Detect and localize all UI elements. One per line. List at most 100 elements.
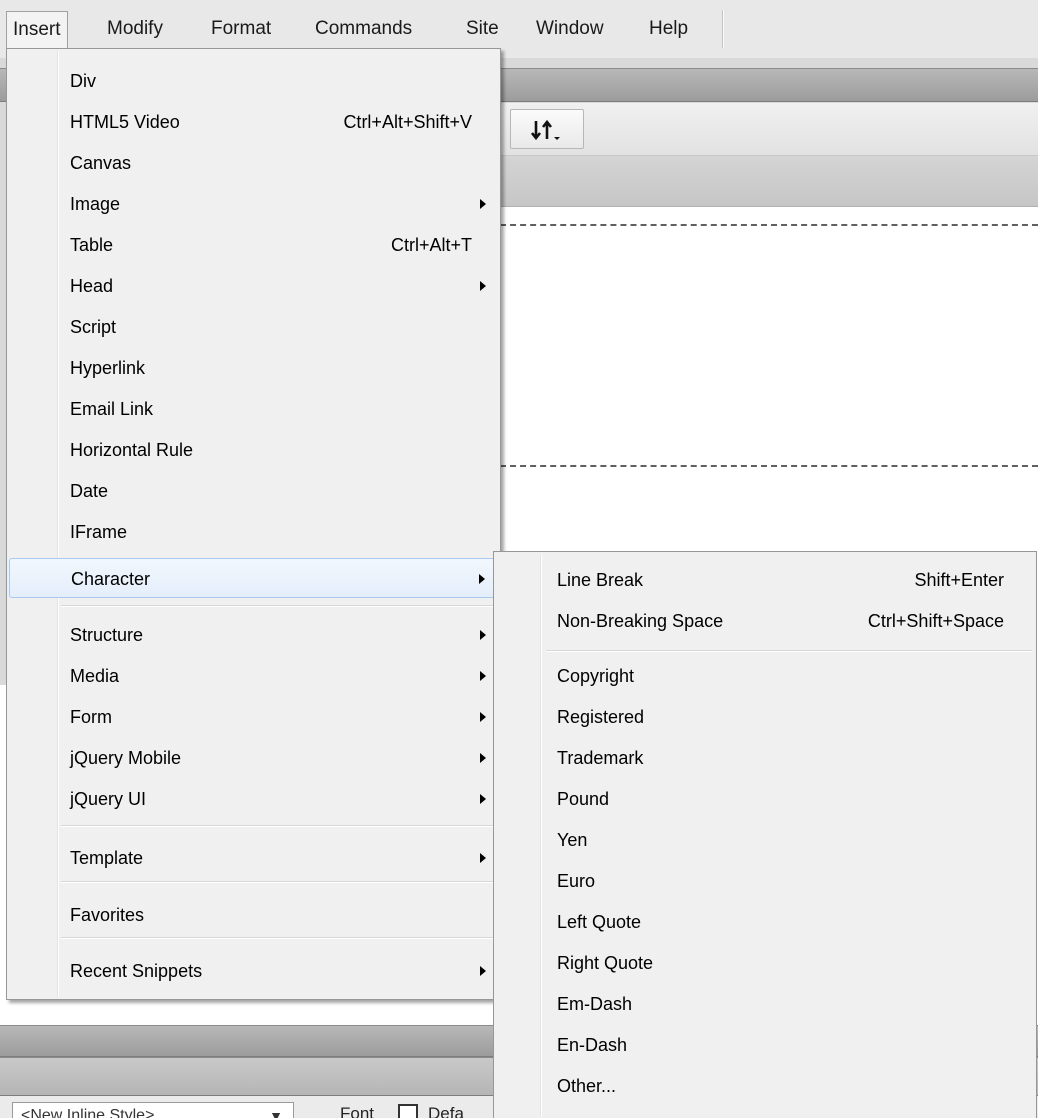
font-checkbox[interactable] [398,1104,418,1118]
menu-item-head[interactable]: Head [9,266,498,306]
submenu-item-shortcut: Shift+Enter [914,570,1004,590]
menu-item-date[interactable]: Date [9,471,498,511]
submenu-item-label: Copyright [557,666,635,686]
menu-separator [61,605,496,607]
menu-commands[interactable]: Commands [309,11,418,47]
submenu-item-label: Line Break [557,570,644,590]
menu-item-label: Form [70,707,112,727]
menu-item-label: IFrame [70,522,128,542]
submenu-arrow-icon [480,630,486,640]
insert-menu: Div HTML5 Video Ctrl+Alt+Shift+V Canvas Imag… [6,48,501,1000]
menu-item-label: Recent Snippets [70,961,203,981]
submenu-item-label: En-Dash [557,1035,628,1055]
menu-item-recent-snippets[interactable]: Recent Snippets [9,951,498,991]
menu-item-label: Structure [70,625,144,645]
menu-insert[interactable]: Insert [6,11,68,48]
menu-item-label: HTML5 Video [70,112,180,132]
menu-item-div[interactable]: Div [9,61,498,101]
menu-item-label: Character [71,569,151,589]
menu-item-shortcut: Ctrl+Alt+Shift+V [343,112,472,132]
style-select-value: <New Inline Style> [21,1107,155,1118]
submenu-arrow-icon [480,753,486,763]
menu-item-html5-video[interactable]: HTML5 Video Ctrl+Alt+Shift+V [9,102,498,142]
submenu-arrow-icon [480,281,486,291]
submenu-item-copyright[interactable]: Copyright [496,656,1034,696]
submenu-item-label: Registered [557,707,645,727]
menu-item-label: Script [70,317,117,337]
menu-item-shortcut: Ctrl+Alt+T [390,235,472,255]
submenu-item-label: Trademark [557,748,644,768]
menu-item-label: Image [70,194,121,214]
style-select[interactable]: <New Inline Style> ▼ [12,1102,294,1118]
submenu-item-euro[interactable]: Euro [496,861,1034,901]
menu-item-horizontal-rule[interactable]: Horizontal Rule [9,430,498,470]
menu-item-iframe[interactable]: IFrame [9,512,498,552]
sort-icon [531,119,560,141]
submenu-item-en-dash[interactable]: En-Dash [496,1025,1034,1065]
menu-item-script[interactable]: Script [9,307,498,347]
submenu-item-label: Euro [557,871,596,891]
submenu-item-label: Right Quote [557,953,654,973]
submenu-item-trademark[interactable]: Trademark [496,738,1034,778]
menu-item-label: Table [70,235,114,255]
menu-window[interactable]: Window [530,11,610,47]
submenu-item-left-quote[interactable]: Left Quote [496,902,1034,942]
menu-item-label: jQuery Mobile [70,748,182,768]
menu-item-form[interactable]: Form [9,697,498,737]
menu-item-table[interactable]: Table Ctrl+Alt+T [9,225,498,265]
submenu-arrow-icon [480,671,486,681]
dashed-boundary-top [500,224,1038,226]
submenu-item-right-quote[interactable]: Right Quote [496,943,1034,983]
submenu-item-label: Non-Breaking Space [557,611,724,631]
character-submenu: Line Break Shift+Enter Non-Breaking Space C… [493,551,1037,1118]
chevron-down-icon: ▼ [269,1108,283,1118]
menu-site[interactable]: Site [460,11,505,47]
submenu-item-line-break[interactable]: Line Break Shift+Enter [496,560,1034,600]
submenu-item-registered[interactable]: Registered [496,697,1034,737]
menu-item-label: Media [70,666,120,686]
submenu-item-label: Em-Dash [557,994,633,1014]
menu-separator [61,881,496,883]
submenu-item-non-breaking-space[interactable]: Non-Breaking Space Ctrl+Shift+Space [496,601,1034,641]
submenu-item-pound[interactable]: Pound [496,779,1034,819]
menu-item-label: Favorites [70,905,145,925]
menu-item-canvas[interactable]: Canvas [9,143,498,183]
submenu-item-yen[interactable]: Yen [496,820,1034,860]
menu-item-jquery-ui[interactable]: jQuery UI [9,779,498,819]
menu-help[interactable]: Help [643,11,694,47]
menu-separator [546,650,1032,652]
submenu-item-shortcut: Ctrl+Shift+Space [867,611,1004,631]
submenu-item-label: Left Quote [557,912,642,932]
submenu-arrow-icon [479,574,485,584]
sort-button[interactable] [510,109,584,149]
submenu-item-label: Other... [557,1076,617,1096]
menu-item-label: Email Link [70,399,154,419]
submenu-item-label: Pound [557,789,610,809]
menu-format[interactable]: Format [205,11,277,47]
menu-item-media[interactable]: Media [9,656,498,696]
font-value: Defa [428,1104,464,1118]
menu-item-label: Horizontal Rule [70,440,194,460]
menu-item-image[interactable]: Image [9,184,498,224]
submenu-arrow-icon [480,853,486,863]
submenu-item-other[interactable]: Other... [496,1066,1034,1106]
menu-item-label: Date [70,481,109,501]
menu-separator [61,825,496,827]
menu-item-jquery-mobile[interactable]: jQuery Mobile [9,738,498,778]
menu-item-label: Div [70,71,96,91]
submenu-arrow-icon [480,712,486,722]
submenu-item-em-dash[interactable]: Em-Dash [496,984,1034,1024]
menu-item-structure[interactable]: Structure [9,615,498,655]
menu-item-email-link[interactable]: Email Link [9,389,498,429]
font-label: Font [340,1104,375,1118]
menu-modify[interactable]: Modify [101,11,169,47]
menu-item-character[interactable]: Character [9,558,498,598]
submenu-arrow-icon [480,794,486,804]
submenu-item-label: Yen [557,830,588,850]
menu-separator [61,937,496,939]
document-tab-strip [500,156,1038,207]
menu-item-favorites[interactable]: Favorites [9,895,498,935]
menu-item-hyperlink[interactable]: Hyperlink [9,348,498,388]
menu-item-template[interactable]: Template [9,838,498,878]
menu-item-label: Hyperlink [70,358,146,378]
